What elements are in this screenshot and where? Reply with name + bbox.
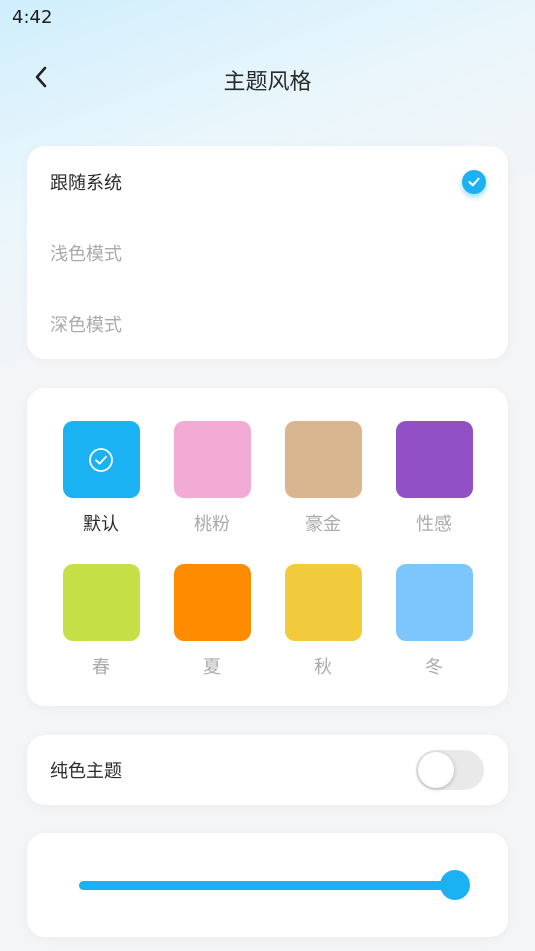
- color-swatch: [173, 421, 251, 498]
- color-option-summer[interactable]: 夏: [173, 564, 251, 679]
- slider-card: [27, 833, 508, 937]
- color-swatch: [284, 564, 362, 641]
- solid-theme-toggle[interactable]: [416, 750, 484, 790]
- mode-option-follow-system[interactable]: 跟随系统: [50, 146, 486, 217]
- slider-fill: [79, 881, 455, 890]
- color-option-sexy[interactable]: 性感: [395, 421, 473, 536]
- color-option-peach[interactable]: 桃粉: [173, 421, 251, 536]
- color-option-gold[interactable]: 豪金: [284, 421, 362, 536]
- slider-track[interactable]: [79, 870, 470, 900]
- color-swatch: [284, 421, 362, 498]
- color-option-label: 冬: [425, 657, 443, 678]
- color-swatch: [395, 564, 473, 641]
- solid-theme-card: 纯色主题: [27, 735, 508, 805]
- mode-option-dark[interactable]: 深色模式: [50, 288, 486, 359]
- mode-option-light[interactable]: 浅色模式: [50, 217, 486, 288]
- color-option-autumn[interactable]: 秋: [284, 564, 362, 679]
- color-swatch: [62, 421, 140, 498]
- color-option-label: 秋: [314, 657, 332, 678]
- color-option-label: 默认: [83, 514, 119, 535]
- color-theme-card: 默认 桃粉 豪金 性感 春 夏 秋 冬: [27, 388, 508, 706]
- slider-thumb[interactable]: [440, 870, 470, 900]
- color-option-label: 性感: [416, 514, 452, 535]
- check-circle-icon: [89, 447, 113, 472]
- color-option-spring[interactable]: 春: [62, 564, 140, 679]
- color-swatch: [62, 564, 140, 641]
- toggle-knob: [418, 752, 454, 788]
- solid-theme-label: 纯色主题: [50, 761, 122, 782]
- page-title: 主题风格: [223, 70, 312, 95]
- mode-option-label: 浅色模式: [50, 243, 122, 265]
- status-time: 4:42: [12, 7, 53, 28]
- color-swatch: [173, 564, 251, 641]
- color-option-label: 春: [92, 657, 110, 678]
- check-icon: [462, 169, 486, 194]
- color-option-winter[interactable]: 冬: [395, 564, 473, 679]
- mode-option-label: 跟随系统: [50, 172, 122, 194]
- mode-option-label: 深色模式: [50, 314, 122, 336]
- color-swatch: [395, 421, 473, 498]
- color-option-label: 夏: [203, 657, 221, 678]
- color-option-label: 豪金: [305, 514, 341, 535]
- color-option-label: 桃粉: [194, 514, 230, 535]
- theme-mode-card: 跟随系统 浅色模式 深色模式: [27, 146, 508, 359]
- color-option-default[interactable]: 默认: [62, 421, 140, 536]
